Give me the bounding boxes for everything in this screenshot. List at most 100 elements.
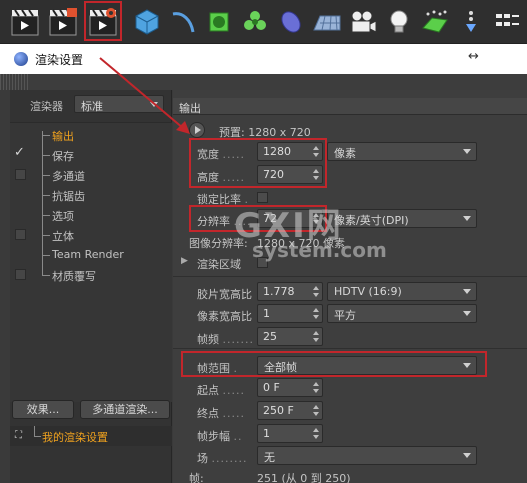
render-picture-viewer-icon[interactable] [46,4,80,40]
expand-arrow-icon[interactable]: ▶ [181,256,188,266]
grip-bar[interactable] [0,74,527,90]
dialog-titlebar[interactable]: 渲染设置 ↔ [0,44,527,74]
preset-play-icon[interactable] [189,122,205,138]
tree-line [42,131,43,145]
step-label-text: 帧步幅 [197,430,230,443]
floor-icon[interactable] [310,4,344,40]
tree-item-antialiasing[interactable]: 抗锯齿 [10,185,172,205]
chevron-down-icon [463,289,471,294]
tree-item-label: 抗锯齿 [52,190,85,203]
tree-line [42,175,50,176]
deformer-icon[interactable] [202,4,236,40]
fps-value: 25 [263,330,277,343]
watermark: GXI网 system.com [234,198,387,268]
render-settings-highlight [84,1,122,41]
tree-item-label: 保存 [52,150,74,163]
end-field[interactable]: 250 F [257,401,323,420]
watermark-small: system.com [252,238,387,262]
effects-button[interactable]: 效果... [12,400,74,419]
step-label: 帧步幅 .. [197,430,243,443]
render-view-icon[interactable] [8,4,42,40]
stepper-icon[interactable] [313,330,319,343]
fps-label-text: 帧频 [197,333,219,346]
tree-item-label: 选项 [52,210,74,223]
dialog-title: 渲染设置 [35,53,84,67]
settings-item-icon: ⛶ [15,430,22,441]
start-label-text: 起点 [197,384,219,397]
checkbox[interactable] [15,229,26,240]
pixel-aspect-value: 1 [263,307,270,320]
field-select[interactable]: 无 [257,446,477,465]
field-value: 无 [264,451,275,464]
camera-icon[interactable] [346,4,380,40]
tree-line [42,195,50,196]
spline-icon[interactable] [166,4,200,40]
tree-item-team-render[interactable]: Team Render [10,245,172,265]
checkmark-icon[interactable]: ✓ [14,145,25,160]
checkbox[interactable] [15,169,26,180]
start-field[interactable]: 0 F [257,378,323,397]
fps-label: 帧频 ....... [197,333,254,346]
field-label: 场 ........ [197,452,248,465]
move-icon[interactable]: ↔ [468,49,479,64]
renderer-row: 渲染器 标准 [10,95,172,115]
tree-item-multipass[interactable]: 多通道 [10,165,172,185]
settings-tree: 输出 ✓ 保存 多通道 抗锯齿 选项 立体 Team Render 材质覆写 [10,122,172,402]
generator-icon[interactable] [274,4,308,40]
chevron-down-icon [463,311,471,316]
cube-icon[interactable] [130,4,164,40]
cinema4d-logo-icon [14,52,28,66]
divider [173,348,527,349]
stepper-icon[interactable] [313,307,319,320]
film-aspect-preset-value: HDTV (16:9) [334,285,402,298]
tree-item-save[interactable]: ✓ 保存 [10,145,172,165]
film-aspect-field[interactable]: 1.778 [257,282,323,301]
size-highlight [189,138,327,188]
film-aspect-select[interactable]: HDTV (16:9) [327,282,477,301]
checkbox[interactable] [15,269,26,280]
fps-field[interactable]: 25 [257,327,323,346]
tree-line [42,135,50,136]
renderer-label: 渲染器 [30,100,63,113]
mograph-icon[interactable] [238,4,272,40]
stepper-icon[interactable] [313,285,319,298]
field-label-text: 场 [197,452,208,465]
step-field[interactable]: 1 [257,424,323,443]
chevron-down-icon [463,453,471,458]
main-toolbar [0,0,527,44]
tree-item-options[interactable]: 选项 [10,205,172,225]
tree-line [42,215,50,216]
stepper-icon[interactable] [313,404,319,417]
tree-item-label: 材质覆写 [52,270,96,283]
tree-line [34,436,41,437]
sort-icon[interactable] [454,4,488,40]
pixel-aspect-field[interactable]: 1 [257,304,323,323]
stepper-icon[interactable] [313,381,319,394]
more-icon[interactable] [490,4,524,40]
tags-icon[interactable] [418,4,452,40]
tree-line [42,255,50,256]
multipass-render-button[interactable]: 多通道渲染... [80,400,170,419]
light-icon[interactable] [382,4,416,40]
output-settings-panel: 输出 预置: 1280 x 720 宽度 ..... 1280 像素 高度 ..… [173,90,527,483]
tree-item-output[interactable]: 输出 [10,125,172,145]
step-value: 1 [263,427,270,440]
my-render-settings[interactable]: ⛶ 我的渲染设置 [10,426,172,446]
my-render-settings-label: 我的渲染设置 [42,431,108,444]
output-section-header: 输出 [173,98,527,115]
pixel-aspect-select[interactable]: 平方 [327,304,477,323]
divider [173,276,527,277]
tree-item-label: 输出 [52,130,74,143]
tree-item-material-override[interactable]: 材质覆写 [10,265,172,285]
renderer-select[interactable]: 标准 [74,95,164,113]
film-aspect-value: 1.778 [263,285,295,298]
size-unit-select[interactable]: 像素 [327,142,477,161]
stepper-icon[interactable] [313,427,319,440]
end-value: 250 F [263,404,294,417]
tree-item-stereo[interactable]: 立体 [10,225,172,245]
tree-line [42,155,50,156]
chevron-down-icon [463,149,471,154]
frame-range-highlight [181,351,487,377]
tree-line [42,235,50,236]
end-label: 终点 ..... [197,407,245,420]
